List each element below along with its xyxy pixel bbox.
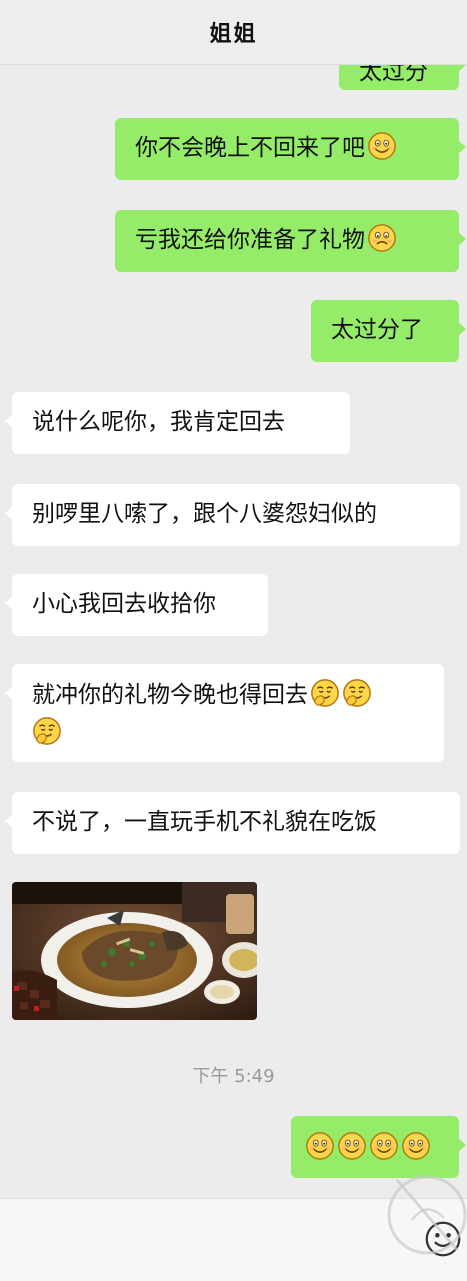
message-photo[interactable] — [12, 882, 257, 1020]
food-photo — [12, 882, 257, 1020]
message-bubble-received[interactable]: 小心我回去收拾你 — [5, 574, 268, 636]
message-text: 小心我回去收拾你 — [32, 591, 216, 617]
thinking-face-icon — [32, 716, 62, 746]
watermark-logo — [387, 1175, 467, 1255]
grinning-face-icon — [337, 1131, 367, 1161]
thinking-face-icon — [310, 678, 340, 708]
grinning-face-icon — [367, 131, 397, 161]
message-text: 别啰里八嗦了，跟个八婆怨妇似的 — [32, 501, 377, 527]
message-bubble-received[interactable]: 不说了，一直玩手机不礼貌在吃饭 — [5, 792, 460, 854]
message-text: 就冲你的礼物今晚也得回去 — [32, 682, 308, 708]
thinking-face-icon — [342, 678, 372, 708]
message-bubble-sent[interactable]: 亏我还给你准备了礼物 — [115, 210, 466, 272]
grinning-face-icon — [401, 1131, 431, 1161]
message-text: 你不会晚上不回来了吧 — [135, 135, 365, 161]
message-bubble-sent[interactable]: 你不会晚上不回来了吧 — [115, 118, 466, 180]
sad-face-icon — [367, 223, 397, 253]
grinning-face-icon — [305, 1131, 335, 1161]
message-bubble-received[interactable]: 别啰里八嗦了，跟个八婆怨妇似的 — [5, 484, 460, 546]
grinning-face-icon — [369, 1131, 399, 1161]
chat-header: 姐姐 — [0, 0, 467, 65]
message-bubble-received[interactable]: 说什么呢你，我肯定回去 — [5, 392, 350, 454]
message-text: 说什么呢你，我肯定回去 — [32, 409, 285, 435]
message-text: 亏我还给你准备了礼物 — [135, 227, 365, 253]
message-text: 太过分了 — [331, 317, 423, 343]
message-bubble-sent[interactable]: 太过分了 — [311, 300, 466, 362]
message-text: 不说了，一直玩手机不礼貌在吃饭 — [32, 809, 377, 835]
chat-title: 姐姐 — [209, 22, 258, 47]
chat-timestamp: 下午 5:49 — [192, 1066, 275, 1087]
message-bubble-received[interactable]: 就冲你的礼物今晚也得回去 — [5, 664, 444, 762]
